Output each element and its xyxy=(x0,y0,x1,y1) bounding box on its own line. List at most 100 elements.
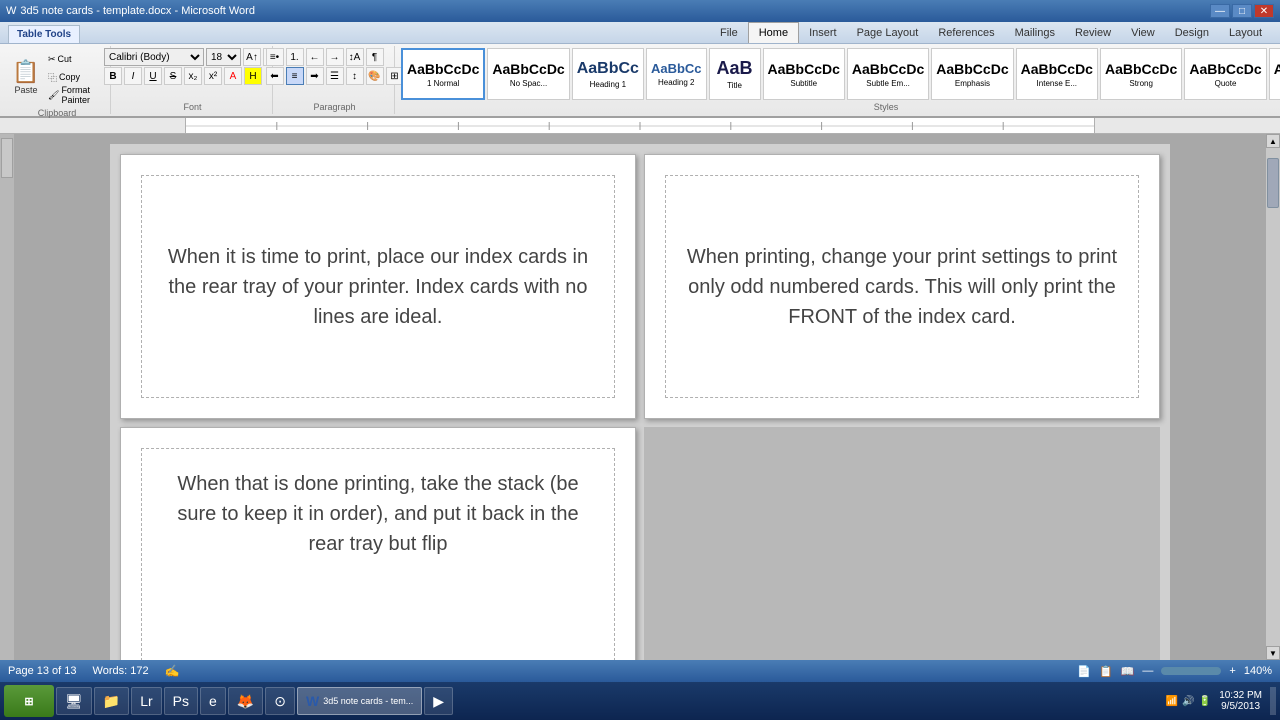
close-button[interactable]: ✕ xyxy=(1254,4,1274,18)
card-3[interactable]: When that is done printing, take the sta… xyxy=(120,427,636,660)
tab-mailings[interactable]: Mailings xyxy=(1005,23,1065,43)
tab-references[interactable]: References xyxy=(928,23,1004,43)
bullets-button[interactable]: ≡• xyxy=(266,48,284,66)
track-changes-icon: ✍ xyxy=(165,664,180,678)
align-center-button[interactable]: ≡ xyxy=(286,67,304,85)
sort-button[interactable]: ↕A xyxy=(346,48,364,66)
style-item-0[interactable]: AaBbCcDc1 Normal xyxy=(401,48,485,100)
zoom-level: 140% xyxy=(1244,665,1272,677)
view-toggle[interactable] xyxy=(1,138,13,178)
taskbar-computer[interactable]: 🖥 xyxy=(56,687,92,715)
subscript-button[interactable]: x₂ xyxy=(184,67,202,85)
minimize-button[interactable]: — xyxy=(1210,4,1230,18)
indent-increase-button[interactable]: → xyxy=(326,48,344,66)
card-2[interactable]: When printing, change your print setting… xyxy=(644,154,1160,419)
title-bar: W 3d5 note cards - template.docx - Micro… xyxy=(0,0,1280,22)
battery-icon: 🔋 xyxy=(1199,696,1211,707)
clipboard-small-btns: ✂ Cut ⿻ Copy 🖌 Format Painter xyxy=(46,51,106,104)
highlight-button[interactable]: H xyxy=(244,67,262,85)
style-item-5[interactable]: AaBbCcDcSubtitle xyxy=(763,48,845,100)
main-area: When it is time to print, place our inde… xyxy=(0,134,1280,660)
style-item-8[interactable]: AaBbCcDcIntense E... xyxy=(1016,48,1098,100)
taskbar-firefox[interactable]: 🦊 xyxy=(228,687,263,715)
grow-font-button[interactable]: A↑ xyxy=(243,48,261,66)
zoom-slider[interactable] xyxy=(1161,667,1221,675)
style-item-1[interactable]: AaBbCcDcNo Spac... xyxy=(487,48,569,100)
format-painter-icon: 🖌 xyxy=(48,90,59,101)
tab-insert[interactable]: Insert xyxy=(799,23,847,43)
strikethrough-button[interactable]: S xyxy=(164,67,182,85)
maximize-button[interactable]: □ xyxy=(1232,4,1252,18)
page-area[interactable]: When it is time to print, place our inde… xyxy=(14,134,1266,660)
indent-decrease-button[interactable]: ← xyxy=(306,48,324,66)
style-item-9[interactable]: AaBbCcDcStrong xyxy=(1100,48,1182,100)
scroll-track xyxy=(1266,148,1280,646)
ie-icon: e xyxy=(209,693,217,709)
taskbar-ie[interactable]: e xyxy=(200,687,226,715)
align-left-button[interactable]: ⬅ xyxy=(266,67,284,85)
clipboard-group: 📋 Paste ✂ Cut ⿻ Copy 🖌 Format Painter Cl… xyxy=(4,46,111,114)
style-item-11[interactable]: AaBbCcDcIntense Q... xyxy=(1269,48,1280,100)
clock[interactable]: 10:32 PM 9/5/2013 xyxy=(1219,690,1262,712)
start-icon: ⊞ xyxy=(24,695,33,708)
table-tools-label: Table Tools xyxy=(8,25,80,43)
italic-button[interactable]: I xyxy=(124,67,142,85)
font-name-select[interactable]: Calibri (Body) xyxy=(104,48,204,66)
paste-icon: 📋 xyxy=(12,59,39,85)
status-bar: Page 13 of 13 Words: 172 ✍ 📄 📋 📖 — + 140… xyxy=(0,660,1280,682)
taskbar-vlc[interactable]: ▶ xyxy=(424,687,453,715)
bold-button[interactable]: B xyxy=(104,67,122,85)
tab-view[interactable]: View xyxy=(1121,23,1165,43)
vlc-icon: ▶ xyxy=(433,693,444,710)
style-item-4[interactable]: AaBTitle xyxy=(709,48,761,100)
vertical-scrollbar[interactable]: ▲ ▼ xyxy=(1266,134,1280,660)
style-item-6[interactable]: AaBbCcDcSubtle Em... xyxy=(847,48,929,100)
taskbar-lightroom[interactable]: Lr xyxy=(131,687,161,715)
show-formatting-button[interactable]: ¶ xyxy=(366,48,384,66)
shading-button[interactable]: 🎨 xyxy=(366,67,384,85)
card-2-text: When printing, change your print setting… xyxy=(686,242,1118,332)
paste-button[interactable]: 📋 Paste xyxy=(8,48,44,106)
style-item-3[interactable]: AaBbCcHeading 2 xyxy=(646,48,707,100)
taskbar-word[interactable]: W 3d5 note cards - tem... xyxy=(297,687,422,715)
taskbar-photoshop[interactable]: Ps xyxy=(164,687,198,715)
card-3-text: When that is done printing, take the sta… xyxy=(162,469,594,559)
underline-button[interactable]: U xyxy=(144,67,162,85)
style-item-7[interactable]: AaBbCcDcEmphasis xyxy=(931,48,1013,100)
tab-review[interactable]: Review xyxy=(1065,23,1121,43)
font-size-select[interactable]: 18 xyxy=(206,48,241,66)
style-item-2[interactable]: AaBbCcHeading 1 xyxy=(572,48,644,100)
scroll-down-button[interactable]: ▼ xyxy=(1266,646,1280,660)
style-item-10[interactable]: AaBbCcDcQuote xyxy=(1184,48,1266,100)
font-group: Calibri (Body) 18 A↑ A↓ B I U S x₂ x² A … xyxy=(113,46,273,114)
scroll-knob[interactable] xyxy=(1267,158,1279,208)
empty-cell xyxy=(644,427,1160,660)
numbering-button[interactable]: 1. xyxy=(286,48,304,66)
font-color-button[interactable]: A xyxy=(224,67,242,85)
tab-home[interactable]: Home xyxy=(748,22,799,43)
cut-button[interactable]: ✂ Cut xyxy=(46,51,106,68)
view-read-button[interactable]: 📖 xyxy=(1121,665,1135,678)
tab-design[interactable]: Design xyxy=(1165,23,1219,43)
copy-button[interactable]: ⿻ Copy xyxy=(46,69,106,86)
zoom-in-button[interactable]: + xyxy=(1229,665,1235,677)
superscript-button[interactable]: x² xyxy=(204,67,222,85)
taskbar-chrome[interactable]: ⊙ xyxy=(265,687,295,715)
start-button[interactable]: ⊞ xyxy=(4,685,54,717)
tab-file[interactable]: File xyxy=(710,23,748,43)
justify-button[interactable]: ☰ xyxy=(326,67,344,85)
view-normal-button[interactable]: 📄 xyxy=(1077,665,1091,678)
show-desktop-button[interactable] xyxy=(1270,687,1276,715)
tab-layout[interactable]: Layout xyxy=(1219,23,1272,43)
paragraph-label: Paragraph xyxy=(313,100,355,112)
taskbar-folder[interactable]: 📁 xyxy=(94,687,129,715)
align-right-button[interactable]: ➡ xyxy=(306,67,324,85)
view-layout-button[interactable]: 📋 xyxy=(1099,665,1113,678)
scroll-up-button[interactable]: ▲ xyxy=(1266,134,1280,148)
format-painter-button[interactable]: 🖌 Format Painter xyxy=(46,87,106,104)
line-spacing-button[interactable]: ↕ xyxy=(346,67,364,85)
zoom-out-button[interactable]: — xyxy=(1142,665,1153,677)
card-1[interactable]: When it is time to print, place our inde… xyxy=(120,154,636,419)
copy-icon: ⿻ xyxy=(48,71,57,84)
tab-page-layout[interactable]: Page Layout xyxy=(847,23,929,43)
